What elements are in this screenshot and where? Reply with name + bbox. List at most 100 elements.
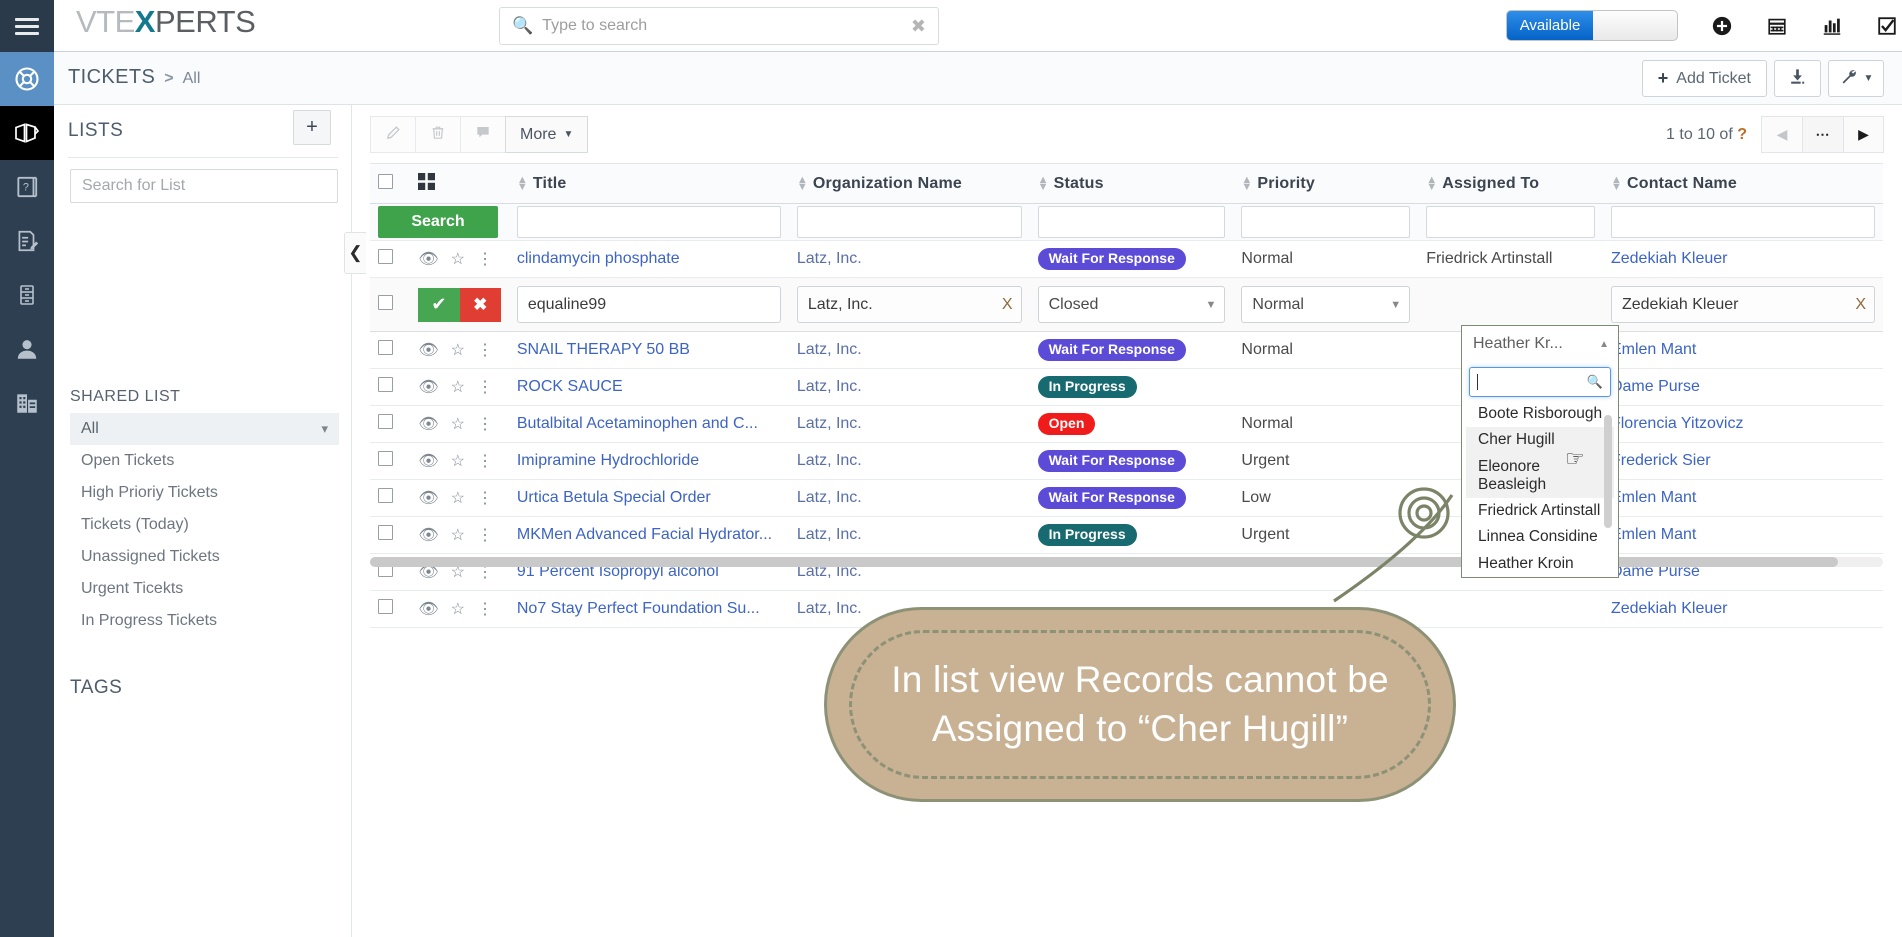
column-header-priority[interactable]: ▲ ▼ Priority xyxy=(1233,163,1419,204)
contact-link[interactable]: Zedekiah Kleuer xyxy=(1611,250,1728,267)
row-menu-icon[interactable]: ⋮ xyxy=(477,340,493,360)
preview-icon[interactable]: 👁 xyxy=(418,488,438,508)
contact-link[interactable]: Emlen Mant xyxy=(1611,341,1696,358)
row-checkbox[interactable] xyxy=(378,525,393,540)
dropdown-option-linnea-considine[interactable]: Linnea Considine xyxy=(1466,524,1614,550)
next-page-button[interactable]: ▶ xyxy=(1843,116,1884,153)
list-search-field[interactable] xyxy=(70,169,338,203)
row-checkbox[interactable] xyxy=(378,340,393,355)
prev-page-button[interactable]: ◀ xyxy=(1761,116,1802,153)
dropdown-option-friedrick-artinstall[interactable]: Friedrick Artinstall xyxy=(1466,498,1614,524)
global-search[interactable]: 🔍 ✖ xyxy=(499,7,939,45)
app-logo[interactable]: VTEXPERTS xyxy=(76,4,256,40)
dropdown-option-eleonore-beasleigh[interactable]: Eleonore Beasleigh xyxy=(1466,453,1614,499)
contact-link[interactable]: Florencia Yitzovicz xyxy=(1611,415,1744,432)
filter-input-priority[interactable] xyxy=(1241,206,1411,238)
preview-icon[interactable]: 👁 xyxy=(418,525,438,545)
row-checkbox[interactable] xyxy=(378,599,393,614)
settings-button[interactable]: ▼ xyxy=(1828,60,1884,97)
record-link[interactable]: MKMen Advanced Facial Hydrator... xyxy=(517,526,772,543)
sidebar-item-open-tickets[interactable]: Open Tickets xyxy=(70,445,339,477)
list-search-input[interactable] xyxy=(71,170,337,202)
star-icon[interactable]: ☆ xyxy=(451,451,465,471)
row-checkbox[interactable] xyxy=(378,294,393,310)
assigned-to-selected[interactable]: Heather Kr... ▲ xyxy=(1461,325,1619,362)
preview-icon[interactable]: 👁 xyxy=(418,377,438,397)
sidebar-item-in-progress-tickets[interactable]: In Progress Tickets xyxy=(70,605,339,637)
column-header-assigned-to[interactable]: ▲ ▼ Assigned To xyxy=(1418,163,1603,204)
record-link[interactable]: clindamycin phosphate xyxy=(517,250,680,267)
contact-link[interactable]: Frederick Sier xyxy=(1611,452,1711,469)
add-list-button[interactable]: + xyxy=(293,110,331,145)
support-icon[interactable] xyxy=(0,52,54,106)
plus-circle-icon[interactable] xyxy=(1694,6,1749,46)
hamburger-icon[interactable] xyxy=(0,0,54,52)
archive-icon[interactable] xyxy=(0,268,54,322)
row-checkbox[interactable] xyxy=(378,488,393,503)
star-icon[interactable]: ☆ xyxy=(451,414,465,434)
table-row[interactable]: 👁 ☆ ⋮ Imipramine Hydrochloride Latz, Inc. … xyxy=(370,442,1883,480)
edit-reference-contact[interactable]: Zedekiah Kleuer X xyxy=(1610,286,1875,323)
filter-input-status[interactable] xyxy=(1037,206,1226,238)
row-checkbox[interactable] xyxy=(378,249,393,264)
filter-input-organization[interactable] xyxy=(796,206,1022,238)
sidebar-item-unassigned-tickets[interactable]: Unassigned Tickets xyxy=(70,541,339,573)
organization-link[interactable]: Latz, Inc. xyxy=(797,341,862,358)
sidebar-item-all[interactable]: All ▾ xyxy=(70,413,339,445)
edit-button[interactable] xyxy=(370,116,415,153)
tasks-icon[interactable] xyxy=(1859,6,1902,46)
more-dropdown-button[interactable]: More ▼ xyxy=(505,116,589,153)
contact-link[interactable]: Emlen Mant xyxy=(1611,526,1696,543)
organization-link[interactable]: Latz, Inc. xyxy=(797,415,862,432)
row-menu-icon[interactable]: ⋮ xyxy=(477,377,493,397)
contact-link[interactable]: Emlen Mant xyxy=(1611,489,1696,506)
edit-select-status[interactable]: Closed ▼ xyxy=(1037,286,1226,323)
edit-select-priority[interactable]: Normal ▼ xyxy=(1241,286,1411,323)
cancel-inline-button[interactable]: ✖ xyxy=(459,287,501,322)
row-checkbox[interactable] xyxy=(378,414,393,429)
filter-input-title[interactable] xyxy=(516,206,781,238)
organization-link[interactable]: Latz, Inc. xyxy=(797,600,862,617)
table-row[interactable]: 👁 ☆ ⋮ Urtica Betula Special Order Latz, In… xyxy=(370,479,1883,517)
preview-icon[interactable]: 👁 xyxy=(418,451,438,471)
assigned-to-options[interactable]: Boote Risborough Cher Hugill Eleonore Be… xyxy=(1466,401,1614,577)
comment-button[interactable] xyxy=(460,116,505,153)
search-input[interactable] xyxy=(542,17,911,35)
table-row[interactable]: 👁 ☆ ⋮ MKMen Advanced Facial Hydrator... La… xyxy=(370,516,1883,554)
row-menu-icon[interactable]: ⋮ xyxy=(477,525,493,545)
contact-link[interactable]: Dame Purse xyxy=(1611,378,1700,395)
preview-icon[interactable]: 👁 xyxy=(418,249,438,269)
column-header-status[interactable]: ▲ ▼ Status xyxy=(1029,163,1234,204)
organizations-icon[interactable] xyxy=(0,376,54,430)
record-link[interactable]: Urtica Betula Special Order xyxy=(517,489,711,506)
dropdown-option-boote-risborough[interactable]: Boote Risborough xyxy=(1466,401,1614,427)
grid-view-icon[interactable] xyxy=(418,172,436,194)
chevron-down-icon[interactable]: ▾ xyxy=(321,421,328,437)
tickets-icon[interactable] xyxy=(0,106,54,160)
organization-link[interactable]: Latz, Inc. xyxy=(797,452,862,469)
breadcrumb-module[interactable]: TICKETS xyxy=(68,66,155,89)
assigned-to-dropdown[interactable]: Heather Kr... ▲ 🔍 Boote Risborough Cher … xyxy=(1461,325,1619,578)
preview-icon[interactable]: 👁 xyxy=(418,414,438,434)
column-header-contact-name[interactable]: ▲ ▼ Contact Name xyxy=(1602,163,1883,204)
dropdown-option-cher-hugill[interactable]: Cher Hugill xyxy=(1466,427,1614,454)
contacts-icon[interactable] xyxy=(0,322,54,376)
sidebar-item-high-priority-tickets[interactable]: High Prioriy Tickets xyxy=(70,477,339,509)
organization-link[interactable]: Latz, Inc. xyxy=(797,378,862,395)
organization-link[interactable]: Latz, Inc. xyxy=(797,489,862,506)
row-menu-icon[interactable]: ⋮ xyxy=(477,249,493,269)
page-picker-button[interactable]: ⋯ xyxy=(1802,116,1843,153)
star-icon[interactable]: ☆ xyxy=(451,599,465,619)
knowledgebase-icon[interactable]: ? xyxy=(0,160,54,214)
organization-link[interactable]: Latz, Inc. xyxy=(797,526,862,543)
star-icon[interactable]: ☆ xyxy=(451,525,465,545)
row-checkbox[interactable] xyxy=(378,377,393,392)
sidebar-item-tickets-today[interactable]: Tickets (Today) xyxy=(70,509,339,541)
save-inline-button[interactable]: ✔ xyxy=(418,287,460,322)
row-checkbox[interactable] xyxy=(378,451,393,466)
search-button[interactable]: Search xyxy=(378,206,498,238)
filter-input-assigned[interactable] xyxy=(1426,206,1595,238)
star-icon[interactable]: ☆ xyxy=(451,249,465,269)
table-row[interactable]: 👁 ☆ ⋮ Butalbital Acetaminophen and C... La… xyxy=(370,405,1883,443)
record-link[interactable]: SNAIL THERAPY 50 BB xyxy=(517,341,690,358)
